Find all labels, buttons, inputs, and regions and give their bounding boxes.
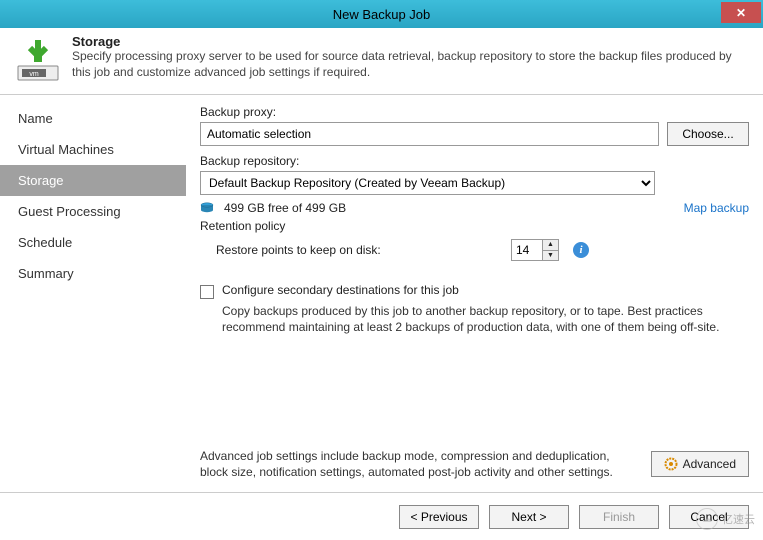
spinner-up-icon[interactable]: ▲ xyxy=(543,240,558,251)
sidebar-item-name[interactable]: Name xyxy=(0,103,186,134)
choose-button[interactable]: Choose... xyxy=(667,122,749,146)
wizard-sidebar: Name Virtual Machines Storage Guest Proc… xyxy=(0,95,186,492)
advanced-button[interactable]: Advanced xyxy=(651,451,749,477)
close-button[interactable]: ✕ xyxy=(721,2,761,23)
disk-icon xyxy=(200,202,214,214)
sidebar-item-storage[interactable]: Storage xyxy=(0,165,186,196)
sidebar-item-guest-processing[interactable]: Guest Processing xyxy=(0,196,186,227)
advanced-button-label: Advanced xyxy=(683,457,736,471)
spinner-down-icon[interactable]: ▼ xyxy=(543,251,558,261)
finish-button: Finish xyxy=(579,505,659,529)
page-title: Storage xyxy=(72,34,749,49)
svg-text:vm: vm xyxy=(29,71,39,78)
advanced-description: Advanced job settings include backup mod… xyxy=(200,448,639,480)
sidebar-item-summary[interactable]: Summary xyxy=(0,258,186,289)
sidebar-item-virtual-machines[interactable]: Virtual Machines xyxy=(0,134,186,165)
sidebar-item-schedule[interactable]: Schedule xyxy=(0,227,186,258)
title-bar: New Backup Job ✕ xyxy=(0,0,763,28)
window-title: New Backup Job xyxy=(333,7,431,22)
previous-button[interactable]: < Previous xyxy=(399,505,479,529)
page-description: Specify processing proxy server to be us… xyxy=(72,49,749,80)
secondary-destinations-checkbox[interactable] xyxy=(200,285,214,299)
free-space-text: 499 GB free of 499 GB xyxy=(224,201,346,215)
wizard-header: vm Storage Specify processing proxy serv… xyxy=(0,28,763,95)
secondary-destinations-description: Copy backups produced by this job to ano… xyxy=(222,303,749,335)
close-icon: ✕ xyxy=(736,6,746,20)
info-icon[interactable]: i xyxy=(573,242,589,258)
backup-proxy-input[interactable] xyxy=(200,122,659,146)
backup-proxy-label: Backup proxy: xyxy=(200,105,749,119)
next-button[interactable]: Next > xyxy=(489,505,569,529)
storage-icon: vm xyxy=(14,36,62,84)
cancel-button[interactable]: Cancel xyxy=(669,505,749,529)
restore-points-label: Restore points to keep on disk: xyxy=(216,243,381,257)
secondary-destinations-label: Configure secondary destinations for thi… xyxy=(222,283,459,297)
map-backup-link[interactable]: Map backup xyxy=(684,201,749,215)
backup-repository-select[interactable]: Default Backup Repository (Created by Ve… xyxy=(200,171,655,195)
restore-points-input[interactable] xyxy=(512,240,542,260)
wizard-footer: < Previous Next > Finish Cancel xyxy=(0,492,763,540)
retention-policy-label: Retention policy xyxy=(200,219,749,233)
restore-points-spinner[interactable]: ▲ ▼ xyxy=(511,239,559,261)
backup-repository-label: Backup repository: xyxy=(200,154,749,168)
main-panel: Backup proxy: Choose... Backup repositor… xyxy=(186,95,763,492)
gear-icon xyxy=(664,457,678,471)
